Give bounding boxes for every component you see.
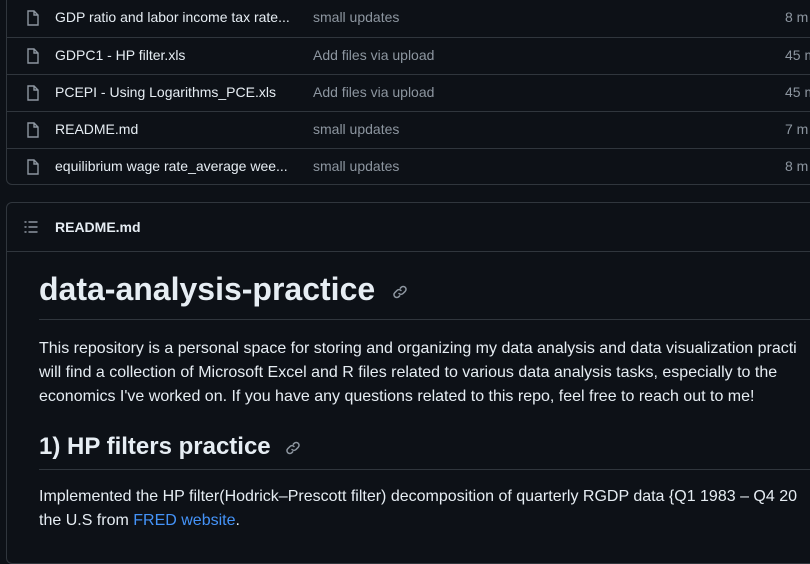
file-icon [27,48,39,64]
commit-message-link[interactable]: small updates [313,121,399,137]
file-row[interactable]: PCEPI - Using Logarithms_PCE.xls Add fil… [7,74,810,111]
readme-header: README.md [7,203,810,252]
heading-divider [39,319,810,320]
hp-line-prefix: the U.S from [39,512,134,529]
readme-heading-text: data-analysis-practice [39,271,376,307]
file-name-link[interactable]: PCEPI - Using Logarithms_PCE.xls [55,84,276,100]
commit-message-link[interactable]: Add files via upload [313,84,434,100]
intro-line: will find a collection of Microsoft Exce… [39,364,778,381]
section-heading-text: 1) HP filters practice [39,433,271,460]
file-icon [27,10,39,26]
file-row[interactable]: GDP ratio and labor income tax rate... s… [7,0,810,36]
readme-title[interactable]: README.md [55,219,141,235]
file-icon [27,122,39,138]
intro-line: economics I've worked on. If you have an… [39,388,755,405]
file-name-link[interactable]: README.md [55,121,138,137]
commit-message-link[interactable]: Add files via upload [313,47,434,63]
file-icon [27,85,39,101]
file-row[interactable]: equilibrium wage rate_average wee... sma… [7,148,810,185]
section-heading: 1) HP filters practice [39,431,301,463]
file-name-link[interactable]: GDP ratio and labor income tax rate... [55,9,290,25]
file-age: 8 m [785,158,809,174]
fred-website-link[interactable]: FRED website [133,512,235,529]
file-age: 7 m [785,121,809,137]
file-name-link[interactable]: GDPC1 - HP filter.xls [55,47,185,63]
hp-line: Implemented the HP filter(Hodrick–Presco… [39,488,797,505]
file-age: 45 m [785,84,810,100]
intro-line: This repository is a personal space for … [39,340,797,357]
section-divider [39,469,810,470]
list-icon[interactable] [24,220,38,234]
commit-message-link[interactable]: small updates [313,9,399,25]
hp-paragraph: Implemented the HP filter(Hodrick–Presco… [39,485,810,533]
hp-line: the U.S from FRED website. [39,509,810,533]
file-row[interactable]: GDPC1 - HP filter.xls Add files via uplo… [7,37,810,74]
readme-panel: README.md data-analysis-practice This re… [6,202,810,564]
file-icon [27,159,39,175]
file-age: 45 m [785,47,810,63]
file-list: GDP ratio and labor income tax rate... s… [6,0,810,185]
link-icon[interactable] [285,440,301,456]
readme-heading: data-analysis-practice [39,269,408,309]
link-icon[interactable] [392,284,408,300]
hp-line-suffix: . [235,512,240,529]
commit-message-link[interactable]: small updates [313,158,399,174]
file-age: 8 m [785,9,809,25]
file-row[interactable]: README.md small updates 7 m [7,111,810,148]
file-name-link[interactable]: equilibrium wage rate_average wee... [55,158,288,174]
intro-paragraph: This repository is a personal space for … [39,337,810,409]
